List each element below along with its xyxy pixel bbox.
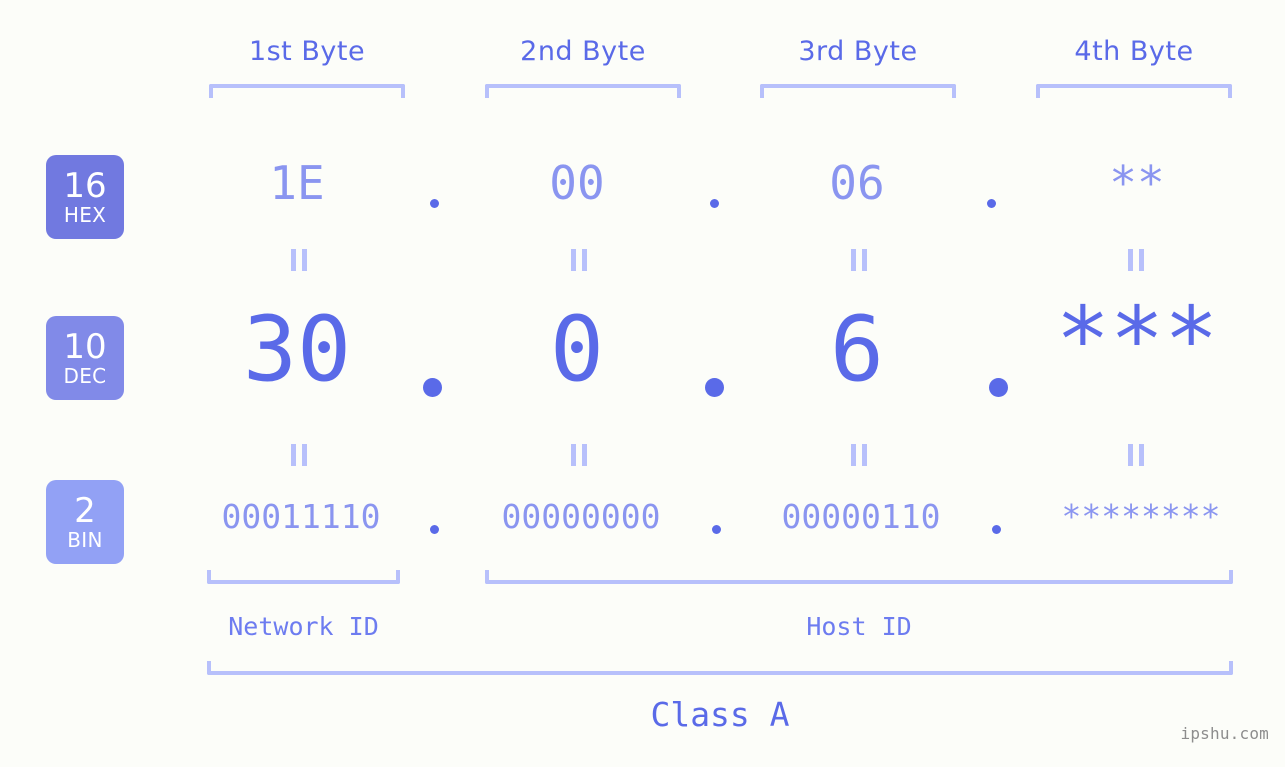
hex-value-byte-1: 1E <box>269 156 325 210</box>
equals-sign-dec-bin-byte-4 <box>1128 444 1144 466</box>
dec-value-byte-1: 30 <box>242 297 352 402</box>
dec-dot-separator-3 <box>989 378 1008 397</box>
hex-dot-separator-3 <box>987 199 996 208</box>
hex-dot-separator-2 <box>710 199 719 208</box>
column-header-2nd-byte: 2nd Byte <box>520 36 646 67</box>
bin-value-byte-1: 00011110 <box>221 497 381 536</box>
equals-sign-dec-bin-byte-1 <box>291 444 307 466</box>
bin-dot-separator-1 <box>430 525 439 534</box>
hex-value-byte-2: 00 <box>549 156 605 210</box>
dec-value-byte-3: 6 <box>829 297 885 402</box>
equals-sign-hex-dec-byte-3 <box>851 249 867 271</box>
radix-badge-bin-number: 2 <box>74 490 96 531</box>
equals-sign-dec-bin-byte-2 <box>571 444 587 466</box>
bin-dot-separator-2 <box>712 525 721 534</box>
bin-value-byte-4: ******** <box>1061 497 1221 536</box>
radix-badge-hex-word: HEX <box>63 202 107 227</box>
hex-value-byte-4: ** <box>1109 156 1165 210</box>
bracket-bottom-network-id <box>207 570 400 584</box>
watermark: ipshu.com <box>1180 724 1269 743</box>
bracket-bottom-class <box>207 661 1233 675</box>
bracket-bottom-host-id <box>485 570 1233 584</box>
dec-value-byte-4: *** <box>1055 288 1219 393</box>
radix-badge-dec: 10 DEC <box>46 316 124 400</box>
column-header-1st-byte: 1st Byte <box>248 36 366 67</box>
bracket-top-1st-byte <box>209 84 405 98</box>
ip-address-breakdown-diagram: 1st Byte 2nd Byte 3rd Byte 4th Byte 16 H… <box>0 0 1285 767</box>
equals-sign-hex-dec-byte-4 <box>1128 249 1144 271</box>
radix-badge-bin: 2 BIN <box>46 480 124 564</box>
bracket-top-2nd-byte <box>485 84 681 98</box>
radix-badge-hex-number: 16 <box>63 165 107 206</box>
bin-value-byte-3: 00000110 <box>781 497 941 536</box>
network-id-label: Network ID <box>228 612 379 641</box>
radix-badge-hex: 16 HEX <box>46 155 124 239</box>
column-header-3rd-byte: 3rd Byte <box>798 36 918 67</box>
hex-dot-separator-1 <box>430 199 439 208</box>
equals-sign-hex-dec-byte-2 <box>571 249 587 271</box>
radix-badge-dec-number: 10 <box>63 326 107 367</box>
column-header-4th-byte: 4th Byte <box>1074 36 1194 67</box>
equals-sign-hex-dec-byte-1 <box>291 249 307 271</box>
bracket-top-4th-byte <box>1036 84 1232 98</box>
class-label: Class A <box>650 695 790 734</box>
hex-value-byte-3: 06 <box>829 156 885 210</box>
host-id-label: Host ID <box>806 612 912 641</box>
radix-badge-dec-word: DEC <box>63 363 107 388</box>
radix-badge-bin-word: BIN <box>67 527 103 552</box>
bin-dot-separator-3 <box>992 525 1001 534</box>
bracket-top-3rd-byte <box>760 84 956 98</box>
dec-dot-separator-1 <box>423 378 442 397</box>
dec-value-byte-2: 0 <box>549 297 605 402</box>
dec-dot-separator-2 <box>705 378 724 397</box>
bin-value-byte-2: 00000000 <box>501 497 661 536</box>
equals-sign-dec-bin-byte-3 <box>851 444 867 466</box>
